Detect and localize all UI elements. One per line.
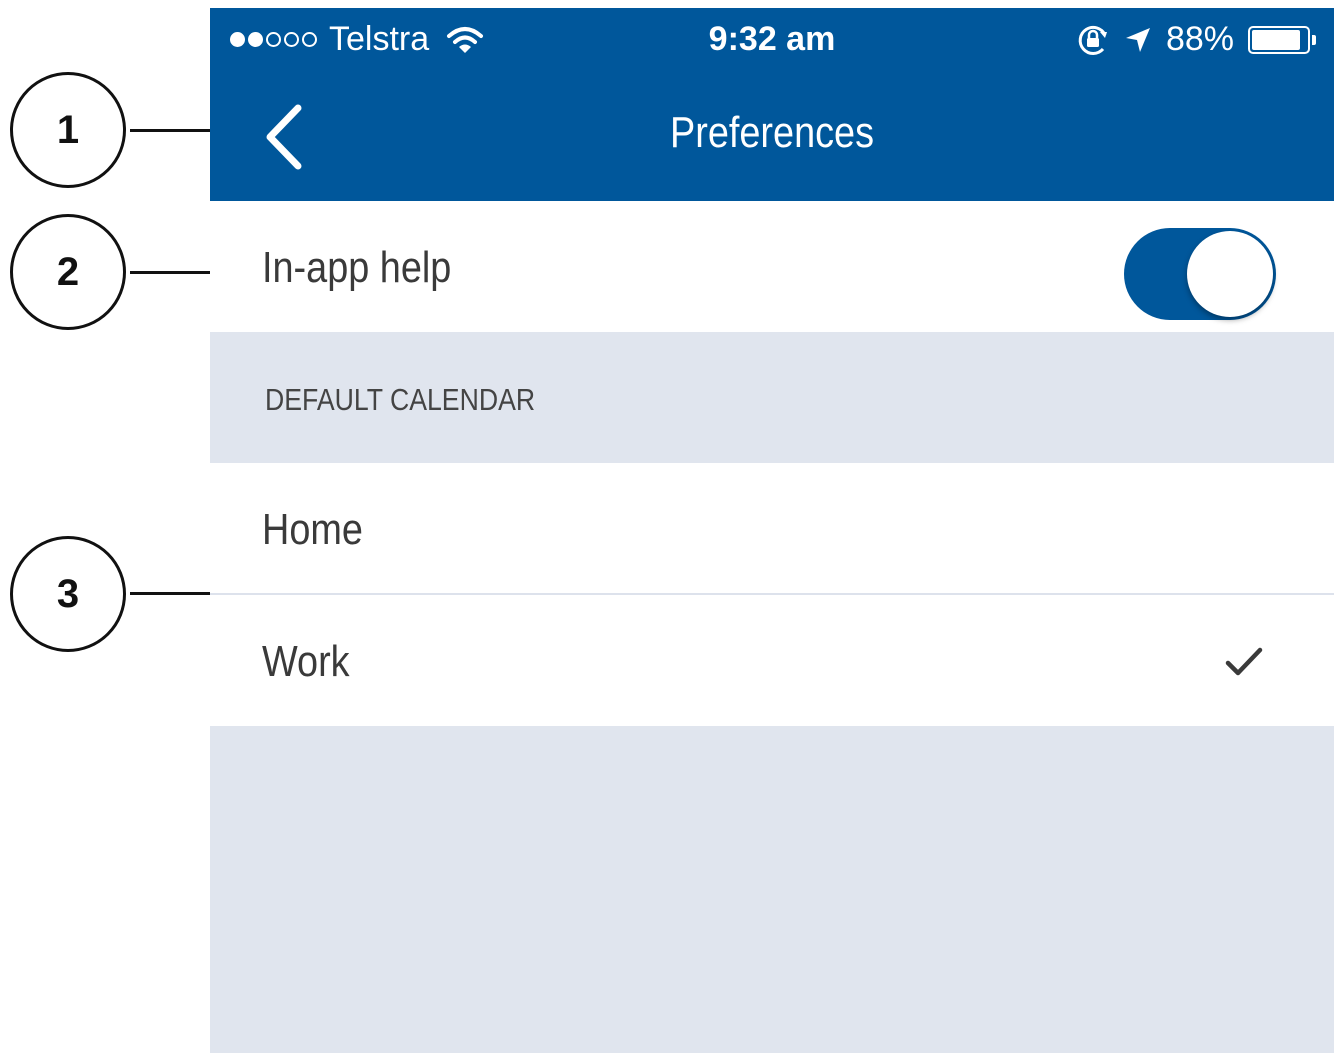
default-calendar-section-header: DEFAULT CALENDAR (210, 332, 1334, 463)
callout-number: 3 (10, 536, 126, 652)
phone-screen: Telstra 9:32 am 88% Preferences In-app h… (210, 8, 1334, 1053)
callout-number: 2 (10, 214, 126, 330)
in-app-help-toggle[interactable] (1124, 228, 1276, 320)
calendar-option-work[interactable]: Work (210, 595, 1334, 726)
battery-percentage: 88% (1165, 20, 1234, 58)
rotation-lock-icon (1078, 25, 1107, 55)
callout-number: 1 (10, 72, 126, 188)
toggle-knob (1187, 231, 1273, 317)
status-right: 88% (1076, 20, 1316, 59)
battery-icon (1248, 25, 1316, 54)
checkmark-icon (1225, 647, 1263, 676)
section-title: DEFAULT CALENDAR (265, 382, 536, 417)
location-arrow-icon (1125, 27, 1150, 52)
callout-3: 3 (10, 536, 130, 656)
callout-1: 1 (10, 72, 130, 192)
calendar-option-label: Home (262, 505, 363, 554)
in-app-help-row: In-app help (210, 201, 1334, 332)
callout-2: 2 (10, 214, 130, 334)
page-title: Preferences (669, 108, 875, 157)
status-bar: Telstra 9:32 am 88% (210, 8, 1334, 74)
calendar-option-label: Work (262, 637, 350, 686)
calendar-option-home[interactable]: Home (210, 463, 1334, 594)
navigation-bar: Preferences (210, 74, 1334, 201)
in-app-help-label: In-app help (262, 243, 452, 292)
